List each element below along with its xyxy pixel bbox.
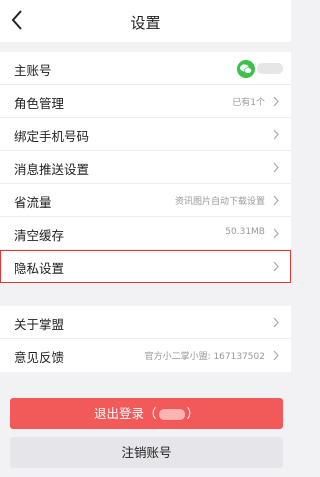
chevron-right-icon [273,350,279,361]
chevron-right-icon [273,96,279,107]
logout-label-suffix: ） [186,406,200,421]
bind-phone-label: 绑定手机号码 [14,129,90,144]
settings-row-main-account[interactable]: 主账号 [0,52,291,85]
deregister-button[interactable]: 注销账号 [10,437,283,468]
logout-account-blurred [158,409,185,420]
cache-size-value: 50.31MB [225,227,265,237]
about-group: 关于掌盟 意见反馈 官方小二掌小盟: 167137502 [0,306,291,372]
settings-row-clear-cache[interactable]: 清空缓存 50.31MB [0,217,291,250]
push-notifications-label: 消息推送设置 [14,162,90,177]
wechat-icon [237,60,255,78]
settings-row-role-management[interactable]: 角色管理 已有1个 [0,85,291,118]
settings-row-about[interactable]: 关于掌盟 [0,306,291,339]
data-saver-label: 省流量 [14,195,52,210]
chevron-right-icon [273,317,279,328]
data-saver-value: 资讯图片自动下载设置 [174,197,265,207]
clear-cache-label: 清空缓存 [14,228,65,243]
chevron-right-icon [273,162,279,173]
chevron-right-icon [273,228,279,239]
settings-row-push-notifications[interactable]: 消息推送设置 [0,151,291,184]
role-management-label: 角色管理 [14,96,65,111]
about-label: 关于掌盟 [14,317,65,332]
role-count-value: 已有1个 [232,98,265,108]
settings-row-data-saver[interactable]: 省流量 资讯图片自动下载设置 [0,184,291,217]
settings-row-feedback[interactable]: 意见反馈 官方小二掌小盟: 167137502 [0,339,291,372]
settings-group: 主账号 角色管理 已有1个 绑定手机号码 消息推送设置 省流量 资讯图片自动下载… [0,52,291,283]
account-name-blurred [257,63,283,74]
chevron-right-icon [273,261,279,272]
settings-row-privacy[interactable]: 隐私设置 [0,250,291,283]
settings-row-bind-phone[interactable]: 绑定手机号码 [0,118,291,151]
privacy-label: 隐私设置 [14,261,65,276]
top-bar: 设置 [0,0,291,42]
main-account-label: 主账号 [14,63,52,78]
feedback-label: 意见反馈 [14,350,65,365]
page-title: 设置 [130,14,161,32]
chevron-right-icon [273,129,279,140]
chevron-right-icon [273,195,279,206]
feedback-contact-value: 官方小二掌小盟: 167137502 [144,352,265,362]
logout-button[interactable]: 退出登录（ ） [10,398,283,429]
logout-label: 退出登录（ [93,406,157,421]
